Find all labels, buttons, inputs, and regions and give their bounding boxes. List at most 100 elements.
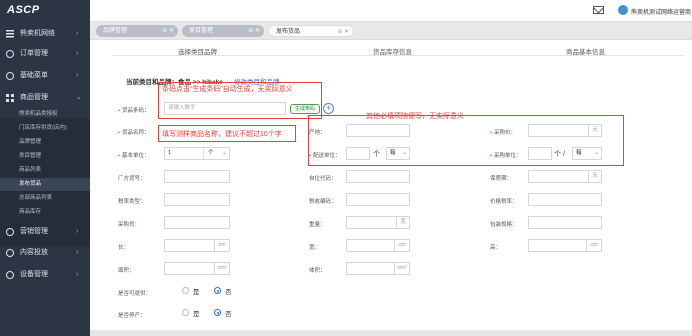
shelf-life-input[interactable]: 天 (528, 170, 602, 183)
annotation-other: 其他必填项随便写，无实际意义 (366, 113, 464, 120)
purchase-price-input[interactable]: 元 (528, 124, 602, 137)
step-3[interactable]: 商品基本信息 (566, 46, 605, 56)
returnable-no-label[interactable]: 否 (225, 286, 232, 296)
origin-input[interactable] (346, 124, 410, 137)
dist-unit-text: 个 (373, 151, 380, 158)
factory-no-input[interactable] (164, 170, 230, 183)
settings-icon (6, 72, 14, 80)
sidebar-item-label: 内容投放 (20, 249, 48, 256)
width-label: 宽： (309, 245, 321, 251)
volume-input[interactable]: cm³ (346, 262, 410, 275)
chevron-down-icon: ⌄ (401, 150, 407, 156)
purchase-unit-input[interactable] (528, 147, 552, 160)
chevron-down-icon: ⌄ (593, 150, 599, 156)
tab-publish[interactable]: 发布货品 ⊖ ✕ (268, 25, 354, 37)
sidebar-subitem[interactable]: 商品列表 (0, 164, 90, 177)
unit-cm2: cm² (214, 262, 229, 275)
returnable-yes-radio[interactable] (182, 287, 189, 294)
width-input[interactable]: cm (346, 239, 410, 252)
sidebar-item-marketing[interactable]: 营销管理 › (0, 222, 90, 242)
step-2[interactable]: 货品库存信息 (373, 46, 412, 56)
sidebar-item-content[interactable]: 内容投放 › (0, 243, 90, 263)
dist-unit-select[interactable]: 箱 ⌄ (386, 147, 410, 160)
returnable-no-radio[interactable] (214, 287, 221, 294)
stop-sale-yes-label[interactable]: 是 (193, 308, 200, 318)
stop-sale-label: 是否停产： (118, 313, 146, 319)
chevron-right-icon: › (76, 72, 79, 79)
chevron-right-icon: › (76, 228, 79, 235)
sidebar-item-devices[interactable]: 设备管理 › (0, 265, 90, 285)
self-code-input[interactable] (346, 170, 410, 183)
add-barcode-icon[interactable]: + (323, 103, 334, 114)
bottom-strip (90, 330, 692, 336)
barcode-input[interactable]: 请输入数字 (164, 102, 286, 115)
area-input[interactable]: cm² (164, 262, 230, 275)
base-unit-input[interactable]: 1 个 ⌄ (164, 147, 230, 160)
height-input[interactable]: cm (528, 239, 602, 252)
chevron-right-icon: › (76, 30, 79, 37)
close-icon[interactable]: ⊖ ✕ (248, 25, 260, 37)
close-icon[interactable]: ⊖ ✕ (162, 25, 174, 37)
avatar[interactable] (618, 5, 628, 15)
dist-unit-label: 配送单位： (309, 151, 341, 159)
stop-sale-no-label[interactable]: 否 (225, 308, 232, 318)
unit-yuan: 元 (588, 124, 601, 137)
chevron-down-icon: ⌄ (221, 150, 227, 156)
sidebar-item-label: 设备管理 (20, 271, 48, 278)
self-code-label: 自位代码： (309, 176, 337, 182)
tab-category[interactable]: 类目管理 ⊖ ✕ (182, 25, 264, 37)
buyer-input[interactable] (164, 216, 230, 229)
sidebar-item-basic[interactable]: 基础菜单 › (0, 66, 90, 86)
sidebar-subitem[interactable]: 总部商品列表 (0, 192, 90, 205)
generate-barcode-button[interactable]: 生成条码 (290, 104, 320, 114)
buyer-label: 采购员： (118, 222, 141, 228)
tab-label: 类目管理 (189, 28, 214, 34)
sidebar-subitem[interactable]: 门店库存供货(店内) (0, 122, 90, 135)
purchase-unit-select-value: 箱 (576, 150, 582, 156)
top-bar: ASCP 熊卖机测试网络运营商 (0, 0, 692, 22)
sidebar-subitem[interactable]: 商品库存 (0, 206, 90, 219)
weight-input[interactable]: 克 (346, 216, 410, 229)
order-icon (6, 50, 14, 58)
sidebar-item-products[interactable]: 商品管理 ⌄ (0, 88, 90, 108)
pkg-spec-input[interactable] (528, 216, 602, 229)
sidebar-subitem[interactable]: 类目管理 (0, 150, 90, 163)
purchase-unit-select[interactable]: 箱 ⌄ (572, 147, 602, 160)
base-unit-text: 个 (208, 150, 214, 156)
tab-label: 发布货品 (276, 29, 301, 35)
tab-brand[interactable]: 品牌管理 ⊖ ✕ (96, 25, 178, 37)
price-rate-input[interactable] (528, 193, 602, 206)
length-input[interactable]: cm (164, 239, 230, 252)
dist-unit-select-value: 箱 (390, 150, 396, 156)
returnable-yes-label[interactable]: 是 (193, 286, 200, 296)
sidebar-item-label: 基础菜单 (20, 72, 48, 79)
chevron-right-icon: › (76, 249, 79, 256)
menu-icon (6, 30, 14, 38)
stop-sale-no-radio[interactable] (214, 309, 221, 316)
unit-cm: cm (394, 239, 409, 252)
sidebar-subitem[interactable]: 熊卖机品类授权 (0, 108, 90, 121)
sidebar-subitem[interactable]: 品牌管理 (0, 136, 90, 149)
user-name[interactable]: 熊卖机测试网络运营商 (631, 7, 691, 16)
shelf-life-label: 保质期： (490, 176, 513, 182)
divider (203, 148, 204, 159)
factory-no-label: 厂方货号： (118, 176, 146, 182)
name-label: 货品名称： (118, 128, 150, 136)
stop-sale-yes-radio[interactable] (182, 309, 189, 316)
pkg-spec-label: 包装规格： (490, 222, 518, 228)
height-label: 高： (490, 245, 502, 251)
tax-code-input[interactable] (346, 193, 410, 206)
tax-type-input[interactable] (164, 193, 230, 206)
sidebar-subitem-active[interactable]: 发布货品 (0, 178, 90, 191)
close-icon[interactable]: ⊖ ✕ (337, 26, 349, 38)
unit-cm: cm (586, 239, 601, 252)
base-unit-value: 1 (168, 150, 172, 156)
marketing-icon (6, 228, 14, 236)
sidebar-item-orders[interactable]: 订单管理 › (0, 44, 90, 64)
app-logo[interactable]: ASCP (0, 0, 90, 22)
sidebar-item-network[interactable]: 熊卖机网络 › (0, 24, 90, 44)
mail-icon[interactable] (593, 6, 604, 14)
step-1[interactable]: 选择类目品牌 (178, 46, 217, 56)
dist-unit-input[interactable] (346, 147, 370, 160)
volume-label: 体积： (309, 268, 326, 274)
